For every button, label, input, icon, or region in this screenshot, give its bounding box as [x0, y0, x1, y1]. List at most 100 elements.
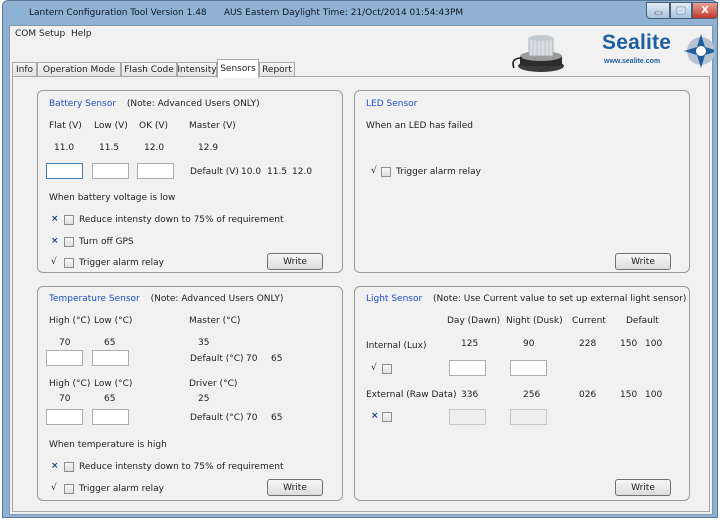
- light-internal-day: 125: [461, 339, 479, 349]
- led-sensor-group: LED Sensor When an LED has failed √ Trig…: [354, 90, 690, 273]
- battery-low-input[interactable]: [92, 163, 129, 179]
- battery-gps-checkbox[interactable]: [64, 237, 74, 247]
- light-internal-label: Internal (Lux): [366, 341, 427, 351]
- battery-gps-state-icon: ×: [51, 236, 59, 246]
- menu-com-setup[interactable]: COM Setup: [15, 29, 65, 39]
- window-time: AUS Eastern Daylight Time: 21/Oct/2014 0…: [223, 8, 464, 18]
- temp-reduce-checkbox[interactable]: [64, 462, 74, 472]
- sensors-tab-page: Battery Sensor (Note: Advanced Users ONL…: [12, 76, 710, 512]
- light-internal-checkbox[interactable]: [382, 364, 392, 374]
- battery-default-ok: 12.0: [292, 167, 313, 177]
- close-button[interactable]: X: [692, 2, 718, 19]
- light-external-label: External (Raw Data): [366, 390, 457, 400]
- light-external-day: 336: [461, 390, 479, 400]
- led-write-button[interactable]: Write: [615, 253, 671, 270]
- light-header: Light Sensor (Note: Use Current value to…: [366, 294, 686, 304]
- led-description: When an LED has failed: [366, 121, 473, 131]
- temp-driver-default-label: Default (°C): [190, 413, 244, 423]
- temp-driver-high-input[interactable]: [46, 409, 83, 425]
- battery-alarm-checkbox[interactable]: [64, 258, 74, 268]
- light-current-header: Current: [572, 316, 606, 326]
- light-internal-current: 228: [579, 339, 597, 349]
- minimize-icon: [654, 11, 662, 14]
- battery-flat-header: Flat (V): [49, 121, 82, 131]
- battery-alarm-label: Trigger alarm relay: [79, 258, 164, 268]
- menu-help[interactable]: Help: [71, 29, 92, 39]
- temperature-header: Temperature Sensor (Note: Advanced Users…: [49, 294, 283, 304]
- temp-driver-low-value: 65: [104, 394, 116, 404]
- temp-alarm-checkbox[interactable]: [64, 484, 74, 494]
- temp-driver-label: Driver (°C): [189, 379, 238, 389]
- battery-reduce-checkbox[interactable]: [64, 215, 74, 225]
- tab-info[interactable]: Info: [12, 62, 37, 77]
- battery-flat-input[interactable]: [46, 163, 83, 179]
- tab-flash-code[interactable]: Flash Code: [121, 62, 177, 77]
- temp-reduce-state-icon: ×: [51, 461, 59, 471]
- tab-intensity[interactable]: Intensity: [177, 62, 217, 77]
- temp-master-high-value: 70: [59, 338, 71, 348]
- client-area: COM Setup Help Sealite www.sealite.com I…: [9, 25, 714, 515]
- battery-write-button[interactable]: Write: [267, 253, 323, 270]
- battery-reduce-state-icon: ×: [51, 214, 59, 224]
- battery-ok-header: OK (V): [139, 121, 169, 131]
- light-internal-day-input[interactable]: [449, 360, 486, 376]
- temp-master-label: Master (°C): [189, 316, 241, 326]
- temp-driver-low-input[interactable]: [92, 409, 129, 425]
- light-external-state-icon: ×: [371, 411, 379, 421]
- battery-alarm-state-icon: √: [51, 257, 57, 267]
- light-internal-default-day: 150: [620, 339, 638, 349]
- temp-driver-high-value: 70: [59, 394, 71, 404]
- battery-header: Battery Sensor (Note: Advanced Users ONL…: [49, 99, 260, 109]
- light-internal-state-icon: √: [371, 363, 377, 373]
- battery-low-heading: When battery voltage is low: [49, 193, 176, 203]
- temp-master-high-input[interactable]: [46, 350, 83, 366]
- battery-write-label: Write: [283, 256, 307, 267]
- battery-gps-label: Turn off GPS: [79, 237, 134, 247]
- light-write-button[interactable]: Write: [615, 479, 671, 496]
- minimize-button[interactable]: [646, 2, 670, 19]
- menu-bar: COM Setup Help: [10, 26, 490, 44]
- brand-name: Sealite: [602, 31, 672, 54]
- tab-operation-mode[interactable]: Operation Mode: [37, 62, 121, 77]
- light-internal-default-night: 100: [645, 339, 663, 349]
- temp-alarm-state-icon: √: [51, 483, 57, 493]
- battery-flat-value: 11.0: [54, 143, 75, 153]
- temp-driver-low-header: Low (°C): [94, 379, 133, 389]
- light-internal-night: 90: [523, 339, 535, 349]
- window-title: Lantern Configuration Tool Version 1.48 …: [29, 8, 464, 18]
- temp-driver-high-header: High (°C): [49, 379, 91, 389]
- temperature-sensor-group: Temperature Sensor (Note: Advanced Users…: [37, 286, 343, 501]
- tab-sensors[interactable]: Sensors: [217, 59, 259, 78]
- temp-master-default-low: 65: [271, 354, 283, 364]
- battery-master-value: 12.9: [198, 143, 219, 153]
- battery-sensor-title: Battery Sensor: [49, 99, 117, 109]
- light-external-current: 026: [579, 390, 597, 400]
- battery-master-header: Master (V): [189, 121, 236, 131]
- light-sensor-title: Light Sensor: [366, 294, 423, 304]
- battery-reduce-label: Reduce intensty down to 75% of requireme…: [79, 215, 284, 225]
- light-sensor-note: (Note: Use Current value to set up exter…: [433, 294, 687, 304]
- title-bar[interactable]: Lantern Configuration Tool Version 1.48 …: [3, 1, 718, 25]
- temp-master-default-label: Default (°C): [190, 354, 244, 364]
- temp-write-button[interactable]: Write: [267, 479, 323, 496]
- temp-alarm-label: Trigger alarm relay: [79, 484, 164, 494]
- light-default-header: Default: [626, 316, 659, 326]
- battery-sensor-group: Battery Sensor (Note: Advanced Users ONL…: [37, 90, 343, 273]
- led-alarm-checkbox[interactable]: [381, 167, 391, 177]
- temp-master-low-value: 65: [104, 338, 116, 348]
- light-internal-night-input[interactable]: [510, 360, 547, 376]
- tab-strip: Info Operation Mode Flash Code Intensity…: [10, 59, 714, 78]
- light-external-default-day: 150: [620, 390, 638, 400]
- tab-report[interactable]: Report: [259, 62, 295, 77]
- battery-default-flat: 10.0: [241, 167, 262, 177]
- temp-driver-value: 25: [198, 394, 210, 404]
- battery-low-header: Low (V): [94, 121, 128, 131]
- light-external-day-input: [449, 409, 486, 425]
- temp-master-low-input[interactable]: [92, 350, 129, 366]
- temp-reduce-label: Reduce intensty down to 75% of requireme…: [79, 462, 284, 472]
- maximize-button[interactable]: [670, 2, 692, 19]
- battery-sensor-note: (Note: Advanced Users ONLY): [126, 99, 260, 109]
- temp-master-low-header: Low (°C): [94, 316, 133, 326]
- light-external-checkbox[interactable]: [382, 412, 392, 422]
- battery-ok-input[interactable]: [137, 163, 174, 179]
